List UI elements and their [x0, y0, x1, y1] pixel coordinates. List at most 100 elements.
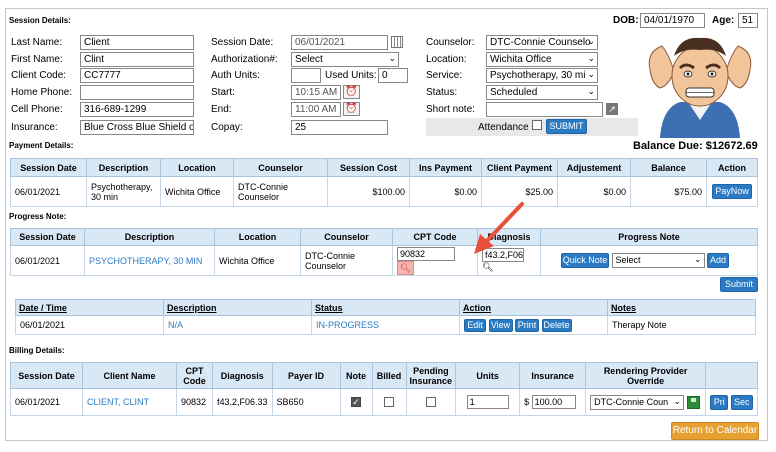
status-value: Scheduled — [490, 87, 538, 98]
auth-units-field[interactable] — [291, 68, 321, 83]
cell-session-cost: $100.00 — [327, 176, 410, 207]
progress-note-select[interactable]: Select ⌄ — [611, 253, 705, 268]
payment-table: Session Date Description Location Counse… — [10, 158, 758, 207]
clock-icon[interactable]: ⏰ — [343, 85, 360, 99]
progress-submit-button[interactable]: Submit — [720, 277, 758, 292]
stressed-person-illustration — [648, 37, 752, 138]
location-value: Wichita Office — [490, 54, 552, 65]
cpt-code-field[interactable]: 90832 — [397, 246, 455, 261]
clock-icon[interactable]: ⏰ — [343, 102, 360, 116]
chevron-down-icon: ⌄ — [693, 254, 702, 264]
dob-field[interactable]: 04/01/1970 — [640, 13, 705, 28]
authorization-select[interactable]: Select ⌄ — [291, 52, 399, 67]
attendance-checkbox[interactable] — [532, 120, 542, 131]
billing-header-row: Session Date Client Name CPT Code Diagno… — [10, 362, 758, 389]
cell-status-link[interactable]: IN-PROGRESS — [311, 315, 460, 335]
cell-location: Wichita Office — [214, 245, 301, 276]
status-select[interactable]: Scheduled ⌄ — [486, 85, 598, 100]
col-header: Units — [455, 362, 521, 389]
cell-description-link[interactable]: PSYCHOTHERAPY, 30 MIN — [84, 245, 215, 276]
calendar-icon[interactable] — [391, 36, 403, 48]
copay-field[interactable]: 25 — [291, 120, 388, 135]
location-select[interactable]: Wichita Office ⌄ — [486, 52, 598, 67]
col-header: CPT Code — [176, 362, 213, 389]
session-date-field[interactable]: 06/01/2021 — [291, 35, 388, 50]
arrow-annotation-icon — [474, 202, 524, 254]
quick-note-button[interactable]: Quick Note — [561, 253, 609, 268]
col-header: Location — [214, 228, 301, 246]
start-field[interactable]: 10:15 AM — [291, 85, 341, 100]
insurance-prefix: $ — [524, 397, 530, 407]
session-submit-button[interactable]: SUBMIT — [546, 119, 587, 134]
cell-description-link[interactable]: N/A — [163, 315, 312, 335]
delete-button[interactable]: Delete — [541, 318, 572, 332]
col-header: Session Cost — [327, 158, 410, 177]
cell-provider: DTC-Connie Coun ⌄ — [585, 388, 707, 416]
dob-label: DOB: — [613, 15, 639, 26]
cell-session-date: 06/01/2021 — [10, 176, 87, 207]
cell-actions: Edit View Print Delete — [459, 315, 608, 335]
col-header: Rendering Provider Override — [585, 362, 707, 389]
first-name-field[interactable]: Clint — [80, 52, 194, 67]
counselor-select[interactable]: DTC-Connie Counselo ⌄ — [486, 35, 598, 50]
end-field[interactable]: 11:00 AM — [291, 102, 341, 117]
chevron-down-icon: ⌄ — [388, 53, 396, 63]
session-date-label: Session Date: — [211, 37, 274, 48]
expand-icon[interactable]: ↗ — [606, 103, 618, 115]
provider-select[interactable]: DTC-Connie Coun ⌄ — [590, 394, 685, 410]
payment-details-title: Payment Details: — [9, 141, 74, 150]
used-units-field[interactable]: 0 — [378, 68, 408, 83]
location-label: Location: — [426, 54, 467, 65]
cell-client-name-link[interactable]: CLIENT, CLINT — [82, 388, 177, 416]
add-note-button[interactable]: Add — [707, 253, 730, 268]
pri-button[interactable]: Pri — [710, 394, 729, 410]
insurance-amount-field[interactable]: 100.00 — [531, 395, 576, 409]
cell-location: Wichita Office — [160, 176, 234, 207]
search-icon[interactable]: 🔍︎ — [397, 260, 414, 275]
last-name-label: Last Name: — [11, 37, 63, 48]
col-header: Description — [84, 228, 215, 246]
billed-checkbox[interactable] — [384, 397, 395, 408]
print-button[interactable]: Print — [515, 318, 540, 332]
client-code-label: Client Code: — [11, 70, 67, 81]
col-header: Action — [459, 299, 608, 316]
service-select[interactable]: Psychotherapy, 30 mi ⌄ — [486, 68, 598, 83]
cell-datetime: 06/01/2021 — [15, 315, 164, 335]
units-field[interactable]: 1 — [466, 395, 509, 409]
cell-phone-field[interactable]: 316-689-1299 — [80, 102, 194, 117]
short-note-label: Short note: — [426, 104, 475, 115]
cell-counselor: DTC-Connie Counselor — [300, 245, 393, 276]
billing-table: Session Date Client Name CPT Code Diagno… — [10, 362, 758, 416]
search-icon[interactable]: 🔍︎ — [482, 262, 493, 273]
insurance-field[interactable]: Blue Cross Blue Shield of — [80, 120, 194, 135]
short-note-field[interactable] — [486, 102, 603, 117]
session-details-title: Session Details: — [9, 16, 71, 25]
sec-button[interactable]: Sec — [730, 394, 753, 410]
pending-insurance-checkbox[interactable] — [425, 397, 436, 408]
table-row: 06/01/2021 Psychotherapy, 30 min Wichita… — [10, 176, 758, 207]
client-code-field[interactable]: CC7777 — [80, 68, 194, 83]
auth-units-label: Auth Units: — [211, 70, 260, 81]
cell-counselor: DTC-Connie Counselor — [233, 176, 328, 207]
col-header: Notes — [607, 299, 756, 316]
col-header: Session Date — [10, 228, 85, 246]
last-name-field[interactable]: Client — [80, 35, 194, 50]
cell-insurance: $ 100.00 — [519, 388, 587, 416]
note-checkbox[interactable] — [351, 397, 362, 408]
edit-button[interactable]: Edit — [464, 318, 486, 332]
return-to-calendar-button[interactable]: Return to Calendar — [671, 422, 759, 440]
used-units-label: Used Units: — [325, 70, 377, 81]
view-button[interactable]: View — [488, 318, 513, 332]
col-header: Status — [311, 299, 460, 316]
col-header: Counselor — [233, 158, 328, 177]
home-phone-label: Home Phone: — [11, 87, 73, 98]
progress-note-title: Progress Note: — [9, 212, 67, 221]
home-phone-field[interactable] — [80, 85, 194, 100]
paynow-button[interactable]: PayNow — [712, 184, 752, 199]
save-icon[interactable] — [686, 395, 700, 409]
age-field[interactable]: 51 — [738, 13, 758, 28]
cell-notes: Therapy Note — [607, 315, 756, 335]
insurance-label: Insurance: — [11, 122, 58, 133]
provider-value: DTC-Connie Coun — [594, 396, 669, 407]
progress-header-row: Session Date Description Location Counse… — [10, 228, 758, 246]
